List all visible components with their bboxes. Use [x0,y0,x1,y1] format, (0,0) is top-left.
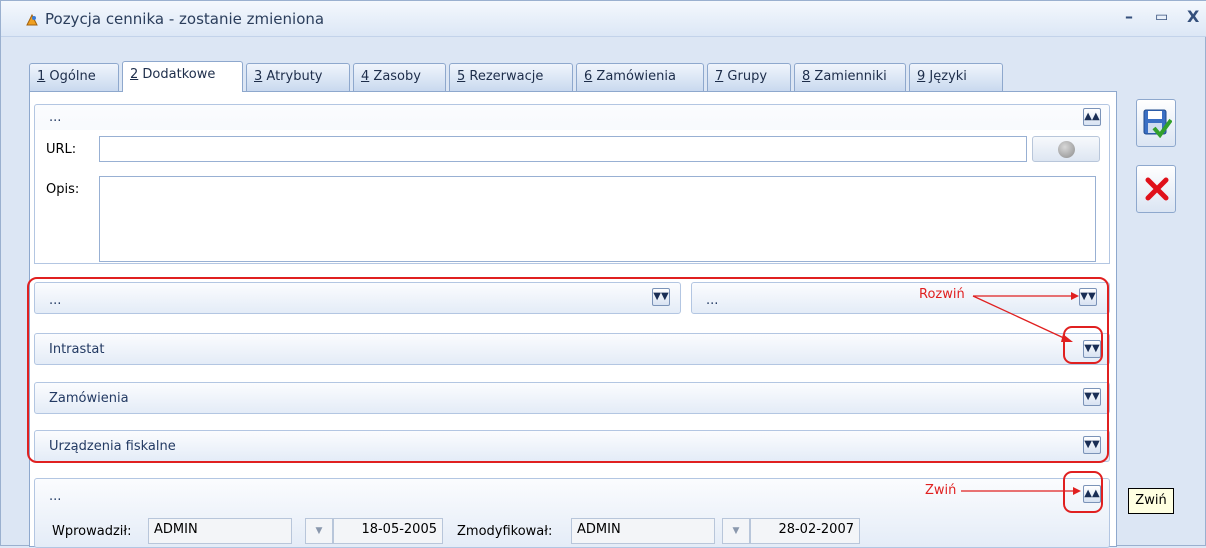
open-url-button[interactable] [1032,136,1100,162]
tab-label: Atrybuty [262,69,323,84]
chevron-down-icon[interactable]: ▼ [305,518,333,544]
annotation-arrows [972,292,1079,342]
zmodyfikowal-date: 28-02-2007 [750,518,860,544]
zmodyfikowal-label: Zmodyfikował: [457,524,553,539]
wprowadzil-label: Wprowadził: [52,524,132,539]
tab-grupy[interactable]: 7 Grupy [707,63,791,91]
close-red-icon [1145,177,1169,201]
tab-label: Zamówienia [592,69,676,84]
wprowadzil-date: 18-05-2005 [333,518,443,544]
tab-atrybuty[interactable]: 3 Atrybuty [246,63,350,91]
opis-label: Opis: [46,182,80,197]
tab-label: Języki [925,69,967,84]
tab-label: Zamienniki [810,69,887,84]
tooltip: Zwiń [1128,488,1174,514]
minimize-button[interactable]: – [1125,7,1133,26]
tab-zasoby[interactable]: 4 Zasoby [353,63,446,91]
annotation-expand: Rozwiń [919,287,965,302]
tab-label: Rezerwacje [465,69,544,84]
tab-zamowienia[interactable]: 6 Zamówienia [576,63,704,91]
title-bar: Pozycja cennika - zostanie zmieniona – ▭… [1,1,1206,37]
app-icon [26,13,38,26]
highlight-box [27,277,1109,463]
floppy-disk-check-icon [1143,109,1172,138]
url-label: URL: [46,142,77,157]
tab-dodatkowe[interactable]: 2 Dodatkowe [122,61,243,92]
dialog-window: Pozycja cennika - zostanie zmieniona – ▭… [0,0,1206,548]
save-button[interactable] [1136,99,1176,147]
panel-header: ... [49,489,62,504]
annotation-collapse: Zwiń [925,483,957,498]
url-input[interactable] [99,136,1027,162]
tab-jezyki[interactable]: 9 Języki [909,63,1003,91]
tab-zamienniki[interactable]: 8 Zamienniki [794,63,906,91]
opis-textarea[interactable] [99,176,1096,262]
tab-label: Ogólne [45,69,96,84]
cancel-button[interactable] [1136,165,1176,213]
panel-header: ... [49,110,62,125]
maximize-button[interactable]: ▭ [1155,9,1168,25]
globe-icon [1058,141,1075,158]
tab-label: Zasoby [369,69,421,84]
tab-label: Dodatkowe [138,67,216,82]
close-button[interactable]: X [1187,7,1199,26]
chevron-down-icon[interactable]: ▼ [722,518,750,544]
tab-rezerwacje[interactable]: 5 Rezerwacje [449,63,573,91]
annotation-arrow [961,487,1081,495]
wprowadzil-field: ADMIN [148,518,292,544]
tab-label: Grupy [723,69,768,84]
tab-ogolne[interactable]: 1 Ogólne [29,63,119,91]
collapse-icon[interactable]: ▲▲ [1083,108,1101,126]
window-title: Pozycja cennika - zostanie zmieniona [45,10,325,28]
zmodyfikowal-field: ADMIN [571,518,715,544]
